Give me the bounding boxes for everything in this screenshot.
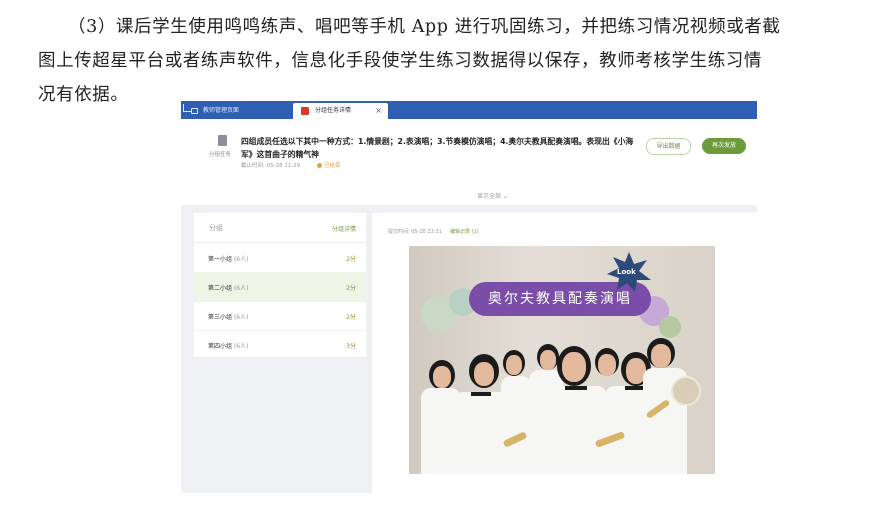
paragraph-line-2: 图上传超星平台或者练声软件，信息化手段使学生练习数据得以保存，教师考核学生练习情: [38, 51, 762, 71]
group-item-1[interactable]: 第一小组 (6人) 2分: [194, 243, 366, 273]
paragraph-line-1: （3）课后学生使用鸣鸣练声、唱吧等手机 App 进行巩固练习，并把练习情况视频或…: [68, 17, 781, 37]
group-detail-link[interactable]: 分组详情: [332, 224, 356, 233]
page-icon: [191, 108, 198, 114]
task-card: 分组任务 四组成员任选以下其中一种方式：1.情景剧；2.表演唱；3.节奏模仿演唱…: [181, 119, 757, 205]
group-list-panel: 分组 分组详情 第一小组 (6人) 2分 第二小组 (6人) 2分 第三小组 (…: [194, 213, 366, 360]
browser-tab-bar: 教师管理页面 分组任务详情 ×: [181, 101, 757, 119]
task-type-label: 分组任务: [209, 152, 232, 158]
status-badge: 已结束: [317, 161, 341, 169]
edit-log-link[interactable]: 编辑记录 (1): [450, 228, 479, 235]
platform-screenshot: 教师管理页面 分组任务详情 × 分组任务 四组成员任选以下其中一种方式：1.情景…: [181, 101, 757, 493]
clock-icon: [317, 163, 322, 168]
body-paragraph: （3）课后学生使用鸣鸣练声、唱吧等手机 App 进行巩固练习，并把练习情况视频或…: [38, 10, 848, 112]
task-title: 四组成员任选以下其中一种方式：1.情景剧；2.表演唱；3.节奏模仿演唱；4.奥尔…: [241, 137, 634, 159]
group-score: 2分: [346, 314, 356, 321]
tab-group-task-detail[interactable]: 分组任务详情 ×: [293, 103, 388, 119]
app-logo-icon: [301, 107, 309, 115]
group-score: 3分: [346, 343, 356, 350]
group-item-2[interactable]: 第二小组 (6人) 2分: [194, 272, 366, 302]
export-data-button[interactable]: 导出数据: [646, 138, 691, 155]
clipboard-icon: [218, 135, 227, 146]
group-item-4[interactable]: 第四小组 (6人) 3分: [194, 330, 366, 360]
redistribute-button[interactable]: 再次发放: [702, 138, 746, 154]
group-score: 2分: [346, 285, 356, 292]
decor-bubble: [659, 316, 681, 338]
close-icon[interactable]: ×: [375, 103, 382, 119]
show-all-toggle[interactable]: 显示全部 ⌄: [477, 191, 508, 200]
task-deadline: 截止时间: 05-28 11:29: [241, 163, 301, 169]
submission-photo[interactable]: 奥尔夫教具配奏演唱 Look: [409, 246, 715, 474]
look-badge-text: Look: [617, 268, 636, 276]
group-list-header: 分组 分组详情: [194, 213, 366, 243]
group-header-label: 分组: [209, 224, 223, 232]
tab-teacher-management[interactable]: 教师管理页面: [181, 103, 293, 119]
submit-time: 提交时间: 05-28 23:31: [388, 229, 442, 235]
group-score: 2分: [346, 256, 356, 263]
group-item-3[interactable]: 第三小组 (6人) 2分: [194, 301, 366, 331]
